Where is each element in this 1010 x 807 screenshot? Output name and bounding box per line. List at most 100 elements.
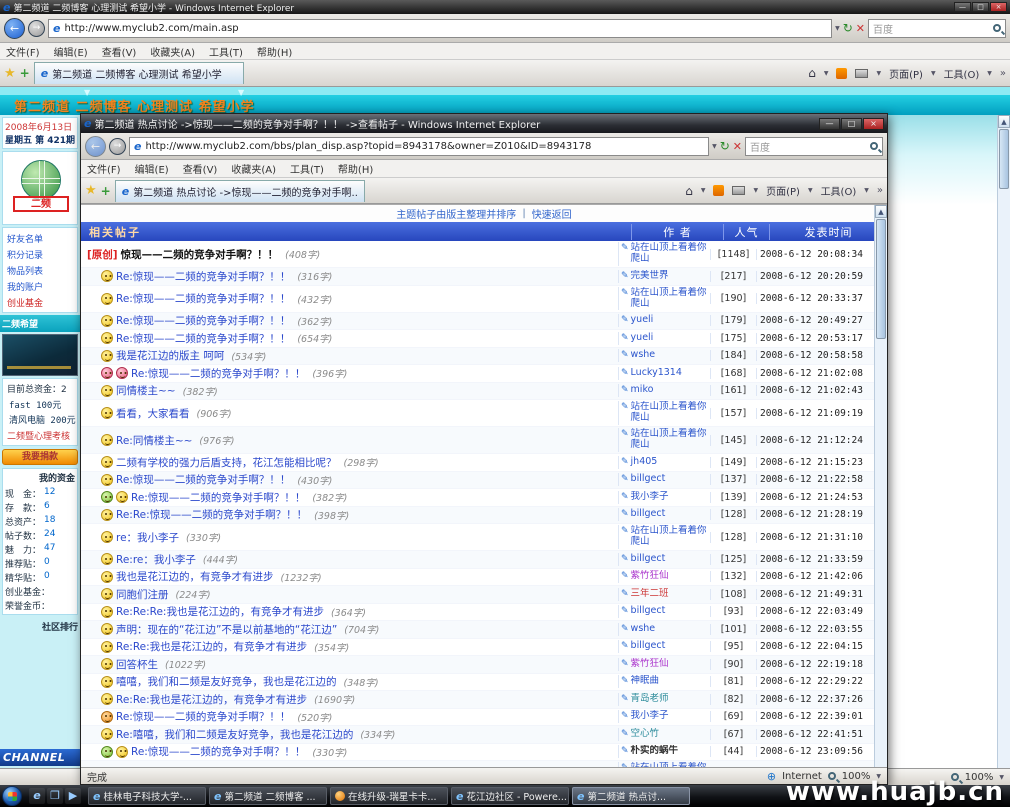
scroll-thumb[interactable]	[999, 129, 1009, 189]
thread-title-link[interactable]: Re:惊现——二频的竞争对手啊？！！	[131, 366, 305, 381]
address-dropdown-icon[interactable]: ▼	[835, 25, 840, 32]
main-tab[interactable]: e 第二频道 二频博客 心理测试 希望小学	[34, 62, 244, 84]
thread-title-link[interactable]: 嘻嘻，我们和二频是友好竞争，我也是花江边的	[116, 674, 337, 689]
author-link[interactable]: 紫竹狂仙	[631, 571, 669, 582]
thread-title-link[interactable]: Re:惊现——二频的竞争对手啊？！！	[116, 291, 290, 306]
popup-search-input[interactable]: 百度	[745, 137, 883, 156]
feeds-icon[interactable]	[713, 185, 724, 196]
page-menu-button[interactable]: 页面(P)	[766, 183, 800, 198]
author-link[interactable]: 三年二班	[631, 589, 669, 600]
author-link[interactable]: billgect	[631, 606, 666, 617]
maximize-button[interactable]: □	[972, 2, 989, 12]
menu-查看(V)[interactable]: 查看(V)	[102, 44, 137, 59]
author-link[interactable]: 神眠曲	[631, 676, 660, 687]
thread-title-link[interactable]: Re:Re:Re:我也是花江边的，有竞争才有进步	[116, 604, 324, 619]
author-link[interactable]: billgect	[631, 554, 666, 565]
sidebar-link[interactable]: 好友名单	[5, 230, 75, 246]
author-link[interactable]: 站在山顶上看着你爬山	[631, 429, 708, 451]
scroll-up-icon[interactable]: ▲	[875, 205, 887, 218]
author-link[interactable]: 朴实的蜗牛	[631, 746, 679, 757]
author-link[interactable]: yueli	[631, 333, 654, 344]
author-link[interactable]: billgect	[631, 641, 666, 652]
show-desktop-icon[interactable]: ❐	[47, 788, 63, 804]
print-icon[interactable]	[732, 186, 745, 195]
stop-icon[interactable]: ✕	[733, 140, 742, 153]
thread-title-link[interactable]: Re:re：我小李子	[116, 552, 196, 567]
author-link[interactable]: yueli	[631, 315, 654, 326]
minimize-button[interactable]: —	[819, 118, 840, 130]
author-link[interactable]: 站在山顶上看着你爬山	[631, 243, 708, 265]
thread-title-link[interactable]: Re:Re:惊现——二频的竞争对手啊？！！	[116, 507, 307, 522]
menu-帮助(H)[interactable]: 帮助(H)	[257, 44, 292, 59]
taskbar-button[interactable]: e桂林电子科技大学-...	[88, 787, 206, 805]
menu-编辑(E)[interactable]: 编辑(E)	[54, 44, 88, 59]
menu-收藏夹(A)[interactable]: 收藏夹(A)	[150, 44, 195, 59]
ie-quicklaunch-icon[interactable]: e	[29, 788, 45, 804]
toolbar-overflow-icon[interactable]: »	[1000, 68, 1006, 79]
thread-title-link[interactable]: 看看，大家看看	[116, 406, 190, 421]
main-search-input[interactable]: 百度	[868, 19, 1006, 38]
sort-info-link[interactable]: 主题帖子由版主整理并排序	[396, 206, 516, 221]
thread-title-link[interactable]: Re:惊现——二频的竞争对手啊？！！	[116, 313, 290, 328]
author-link[interactable]: 空心竹	[631, 729, 660, 740]
author-link[interactable]: 站在山顶上看着你爬山	[631, 763, 708, 767]
author-link[interactable]: wshe	[631, 624, 656, 635]
thread-title-link[interactable]: Re:Re:我也是花江边的，有竞争才有进步	[116, 639, 307, 654]
page-menu-button[interactable]: 页面(P)	[889, 66, 923, 81]
toolbar-overflow-icon[interactable]: »	[877, 185, 883, 196]
author-link[interactable]: 青岛老师	[631, 694, 669, 705]
thread-title-link[interactable]: re：我小李子	[116, 530, 179, 545]
main-address-bar[interactable]: e http://www.myclub2.com/main.asp	[48, 19, 832, 38]
favorites-star-icon[interactable]: ★	[85, 183, 97, 198]
author-link[interactable]: 完美世界	[631, 271, 669, 282]
thread-title-link[interactable]: Re:Re:我也是花江边的，有竞争才有进步	[116, 692, 307, 707]
home-icon[interactable]: ⌂	[685, 184, 693, 198]
forward-button[interactable]: →	[28, 20, 45, 37]
start-button[interactable]	[2, 786, 22, 806]
back-button[interactable]: ←	[85, 136, 106, 157]
popup-scrollbar[interactable]: ▲	[874, 205, 887, 767]
author-link[interactable]: 站在山顶上看着你爬山	[631, 402, 708, 424]
address-dropdown-icon[interactable]: ▼	[712, 143, 717, 150]
main-title-bar[interactable]: e 第二频道 二频博客 心理测试 希望小学 - Windows Internet…	[0, 0, 1010, 14]
close-button[interactable]: ×	[990, 2, 1007, 12]
thread-title-link[interactable]: 回答杯生	[116, 657, 158, 672]
popup-address-bar[interactable]: e http://www.myclub2.com/bbs/plan_disp.a…	[129, 137, 709, 156]
thread-title-link[interactable]: Re:惊现——二频的竞争对手啊？！！	[131, 490, 305, 505]
sidebar-link[interactable]: 积分记录	[5, 246, 75, 262]
author-link[interactable]: billgect	[631, 509, 666, 520]
taskbar-button[interactable]: e花江边社区 - Powere...	[451, 787, 569, 805]
print-icon[interactable]	[855, 69, 868, 78]
thread-title-link[interactable]: Re:同情楼主~~	[116, 433, 192, 448]
tools-menu-button[interactable]: 工具(O)	[944, 66, 980, 81]
refresh-icon[interactable]: ↻	[843, 21, 853, 35]
thread-title-link[interactable]: 惊现——二频的竞争对手啊？！！	[121, 247, 279, 262]
quick-return-link[interactable]: 快速返回	[532, 206, 572, 221]
author-link[interactable]: 我小李子	[631, 711, 669, 722]
search-icon[interactable]	[993, 24, 1001, 32]
forward-button[interactable]: →	[109, 138, 126, 155]
scroll-thumb[interactable]	[876, 219, 886, 339]
taskbar-button[interactable]: e第二频道 二频博客 ...	[209, 787, 327, 805]
tools-menu-button[interactable]: 工具(O)	[821, 183, 857, 198]
media-player-icon[interactable]: ▶	[65, 788, 81, 804]
sidebar-link[interactable]: 我的账户	[5, 278, 75, 294]
add-favorite-icon[interactable]: +	[20, 66, 30, 80]
author-link[interactable]: 紫竹狂仙	[631, 659, 669, 670]
scroll-up-icon[interactable]: ▲	[998, 115, 1010, 128]
author-link[interactable]: 站在山顶上看着你爬山	[631, 526, 708, 548]
thread-title-link[interactable]: 大家的回复很积极	[116, 767, 200, 768]
menu-帮助(H)[interactable]: 帮助(H)	[338, 161, 373, 176]
add-favorite-icon[interactable]: +	[101, 184, 111, 198]
thread-title-link[interactable]: Re:惊现——二频的竞争对手啊？！！	[131, 744, 305, 759]
sidebar-link[interactable]: 物品列表	[5, 262, 75, 278]
menu-编辑(E)[interactable]: 编辑(E)	[135, 161, 169, 176]
author-link[interactable]: 我小李子	[631, 492, 669, 503]
thread-title-link[interactable]: 二频有学校的强力后盾支持，花江怎能相比呢？	[116, 455, 337, 470]
author-link[interactable]: 站在山顶上看着你爬山	[631, 288, 708, 310]
menu-文件(F)[interactable]: 文件(F)	[6, 44, 40, 59]
menu-查看(V)[interactable]: 查看(V)	[183, 161, 218, 176]
close-button[interactable]: ×	[863, 118, 884, 130]
thread-title-link[interactable]: 声明：现在的“花江边”不是以前基地的“花江边”	[116, 622, 337, 637]
menu-文件(F)[interactable]: 文件(F)	[87, 161, 121, 176]
